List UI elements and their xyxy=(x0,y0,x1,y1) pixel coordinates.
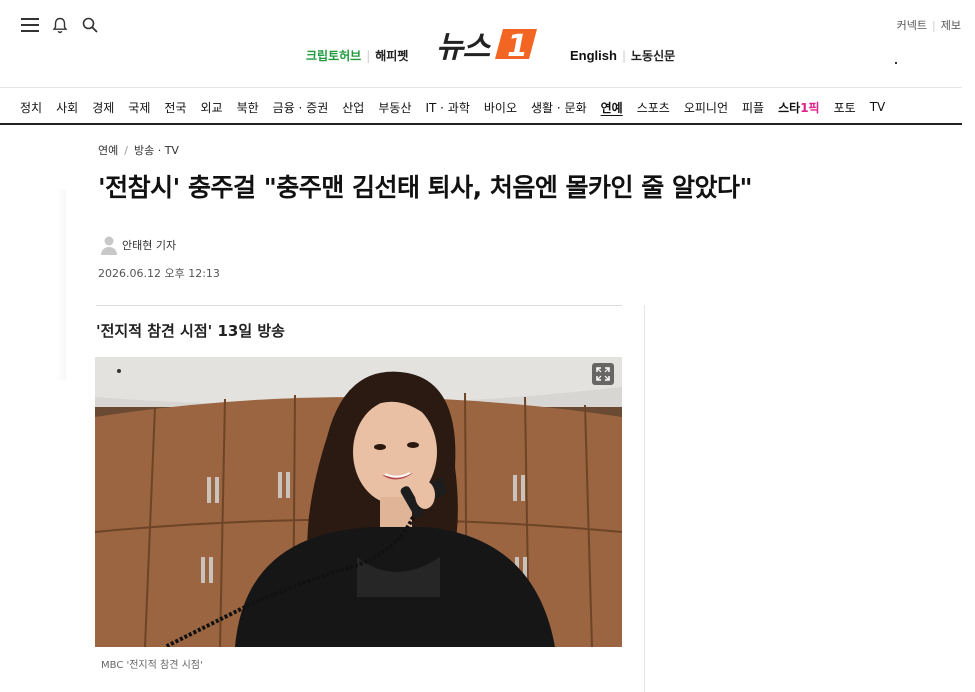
nav-item-national[interactable]: 전국 xyxy=(164,99,186,116)
article-author[interactable]: 안태현 기자 xyxy=(100,235,176,255)
article-subtitle: '전지적 참견 시점' 13일 방송 xyxy=(96,322,285,340)
logo-badge-icon: 1 xyxy=(495,29,538,63)
breadcrumb-entertainment[interactable]: 연예 xyxy=(98,142,118,158)
search-icon[interactable] xyxy=(80,15,100,35)
section-nav: 정치 사회 경제 국제 전국 외교 북한 금융 · 증권 산업 부동산 IT ·… xyxy=(0,87,962,125)
breadcrumb: 연예 / 방송 · TV xyxy=(98,142,179,158)
photo-caption: MBC '전지적 참견 시점' xyxy=(101,660,203,671)
nav-item-economy[interactable]: 경제 xyxy=(92,99,114,116)
nav-item-sports[interactable]: 스포츠 xyxy=(637,99,670,116)
decorative-dot xyxy=(895,62,897,64)
separator: | xyxy=(621,48,626,63)
nav-item-people[interactable]: 피플 xyxy=(742,99,764,116)
nav-item-tv[interactable]: TV xyxy=(870,100,886,114)
separator: | xyxy=(932,18,936,32)
menu-icon[interactable] xyxy=(20,15,40,35)
nav-item-entertainment[interactable]: 연예 xyxy=(601,99,623,116)
crypto-hub-link[interactable]: 크립토허브 xyxy=(306,47,361,64)
nav-item-society[interactable]: 사회 xyxy=(56,99,78,116)
reporter-avatar-icon xyxy=(101,236,117,255)
article-photo[interactable] xyxy=(95,357,622,647)
nav-item-photo[interactable]: 포토 xyxy=(834,99,856,116)
nk-newspaper-link[interactable]: 노동신문 xyxy=(631,47,675,64)
nav-item-life-culture[interactable]: 생활 · 문화 xyxy=(531,99,587,116)
article-date: 2026.06.12 오후 12:13 xyxy=(98,267,220,280)
nav-item-real-estate[interactable]: 부동산 xyxy=(378,99,411,116)
top-icon-group xyxy=(20,15,100,35)
content-divider xyxy=(96,305,622,306)
nav-item-industry[interactable]: 산업 xyxy=(342,99,364,116)
sidebar-divider xyxy=(644,305,645,692)
separator: | xyxy=(366,48,371,63)
connect-link[interactable]: 커넥트 xyxy=(897,17,927,33)
article-headline: '전참시' 충주걸 "충주맨 김선태 퇴사, 처음엔 몰카인 줄 알았다" xyxy=(98,173,753,202)
nav-item-opinion[interactable]: 오피니언 xyxy=(684,99,728,116)
nav-item-bio[interactable]: 바이오 xyxy=(484,99,517,116)
happypet-link[interactable]: 해피펫 xyxy=(375,47,408,64)
breadcrumb-separator: / xyxy=(124,143,128,157)
english-link[interactable]: English xyxy=(570,48,617,63)
tip-link[interactable]: 제보 xyxy=(941,17,961,33)
author-name: 안태현 기자 xyxy=(122,239,177,252)
bell-icon[interactable] xyxy=(50,15,70,35)
promo-links-left: 크립토허브 | 해피펫 xyxy=(306,47,408,64)
nav-item-diplomacy[interactable]: 외교 xyxy=(200,99,222,116)
nav-item-politics[interactable]: 정치 xyxy=(20,99,42,116)
decorative-shadow xyxy=(56,190,66,380)
nav-item-finance[interactable]: 금융 · 증권 xyxy=(273,99,329,116)
expand-icon xyxy=(596,367,610,381)
utility-links: 커넥트 | 제보 xyxy=(897,17,961,33)
nav-item-world[interactable]: 국제 xyxy=(128,99,150,116)
expand-button[interactable] xyxy=(592,363,614,385)
nav-item-star-pick[interactable]: 스타1픽 xyxy=(778,99,819,116)
logo-badge-text: 1 xyxy=(507,29,528,63)
site-logo[interactable]: 뉴스 1 xyxy=(436,22,539,66)
breadcrumb-broadcast-tv[interactable]: 방송 · TV xyxy=(134,142,179,158)
nav-item-north-korea[interactable]: 북한 xyxy=(237,99,259,116)
nav-item-it-science[interactable]: IT · 과학 xyxy=(425,99,469,116)
promo-links-right: English | 노동신문 xyxy=(570,47,675,64)
logo-text: 뉴스 xyxy=(436,30,490,65)
photo-illustration xyxy=(95,357,622,647)
